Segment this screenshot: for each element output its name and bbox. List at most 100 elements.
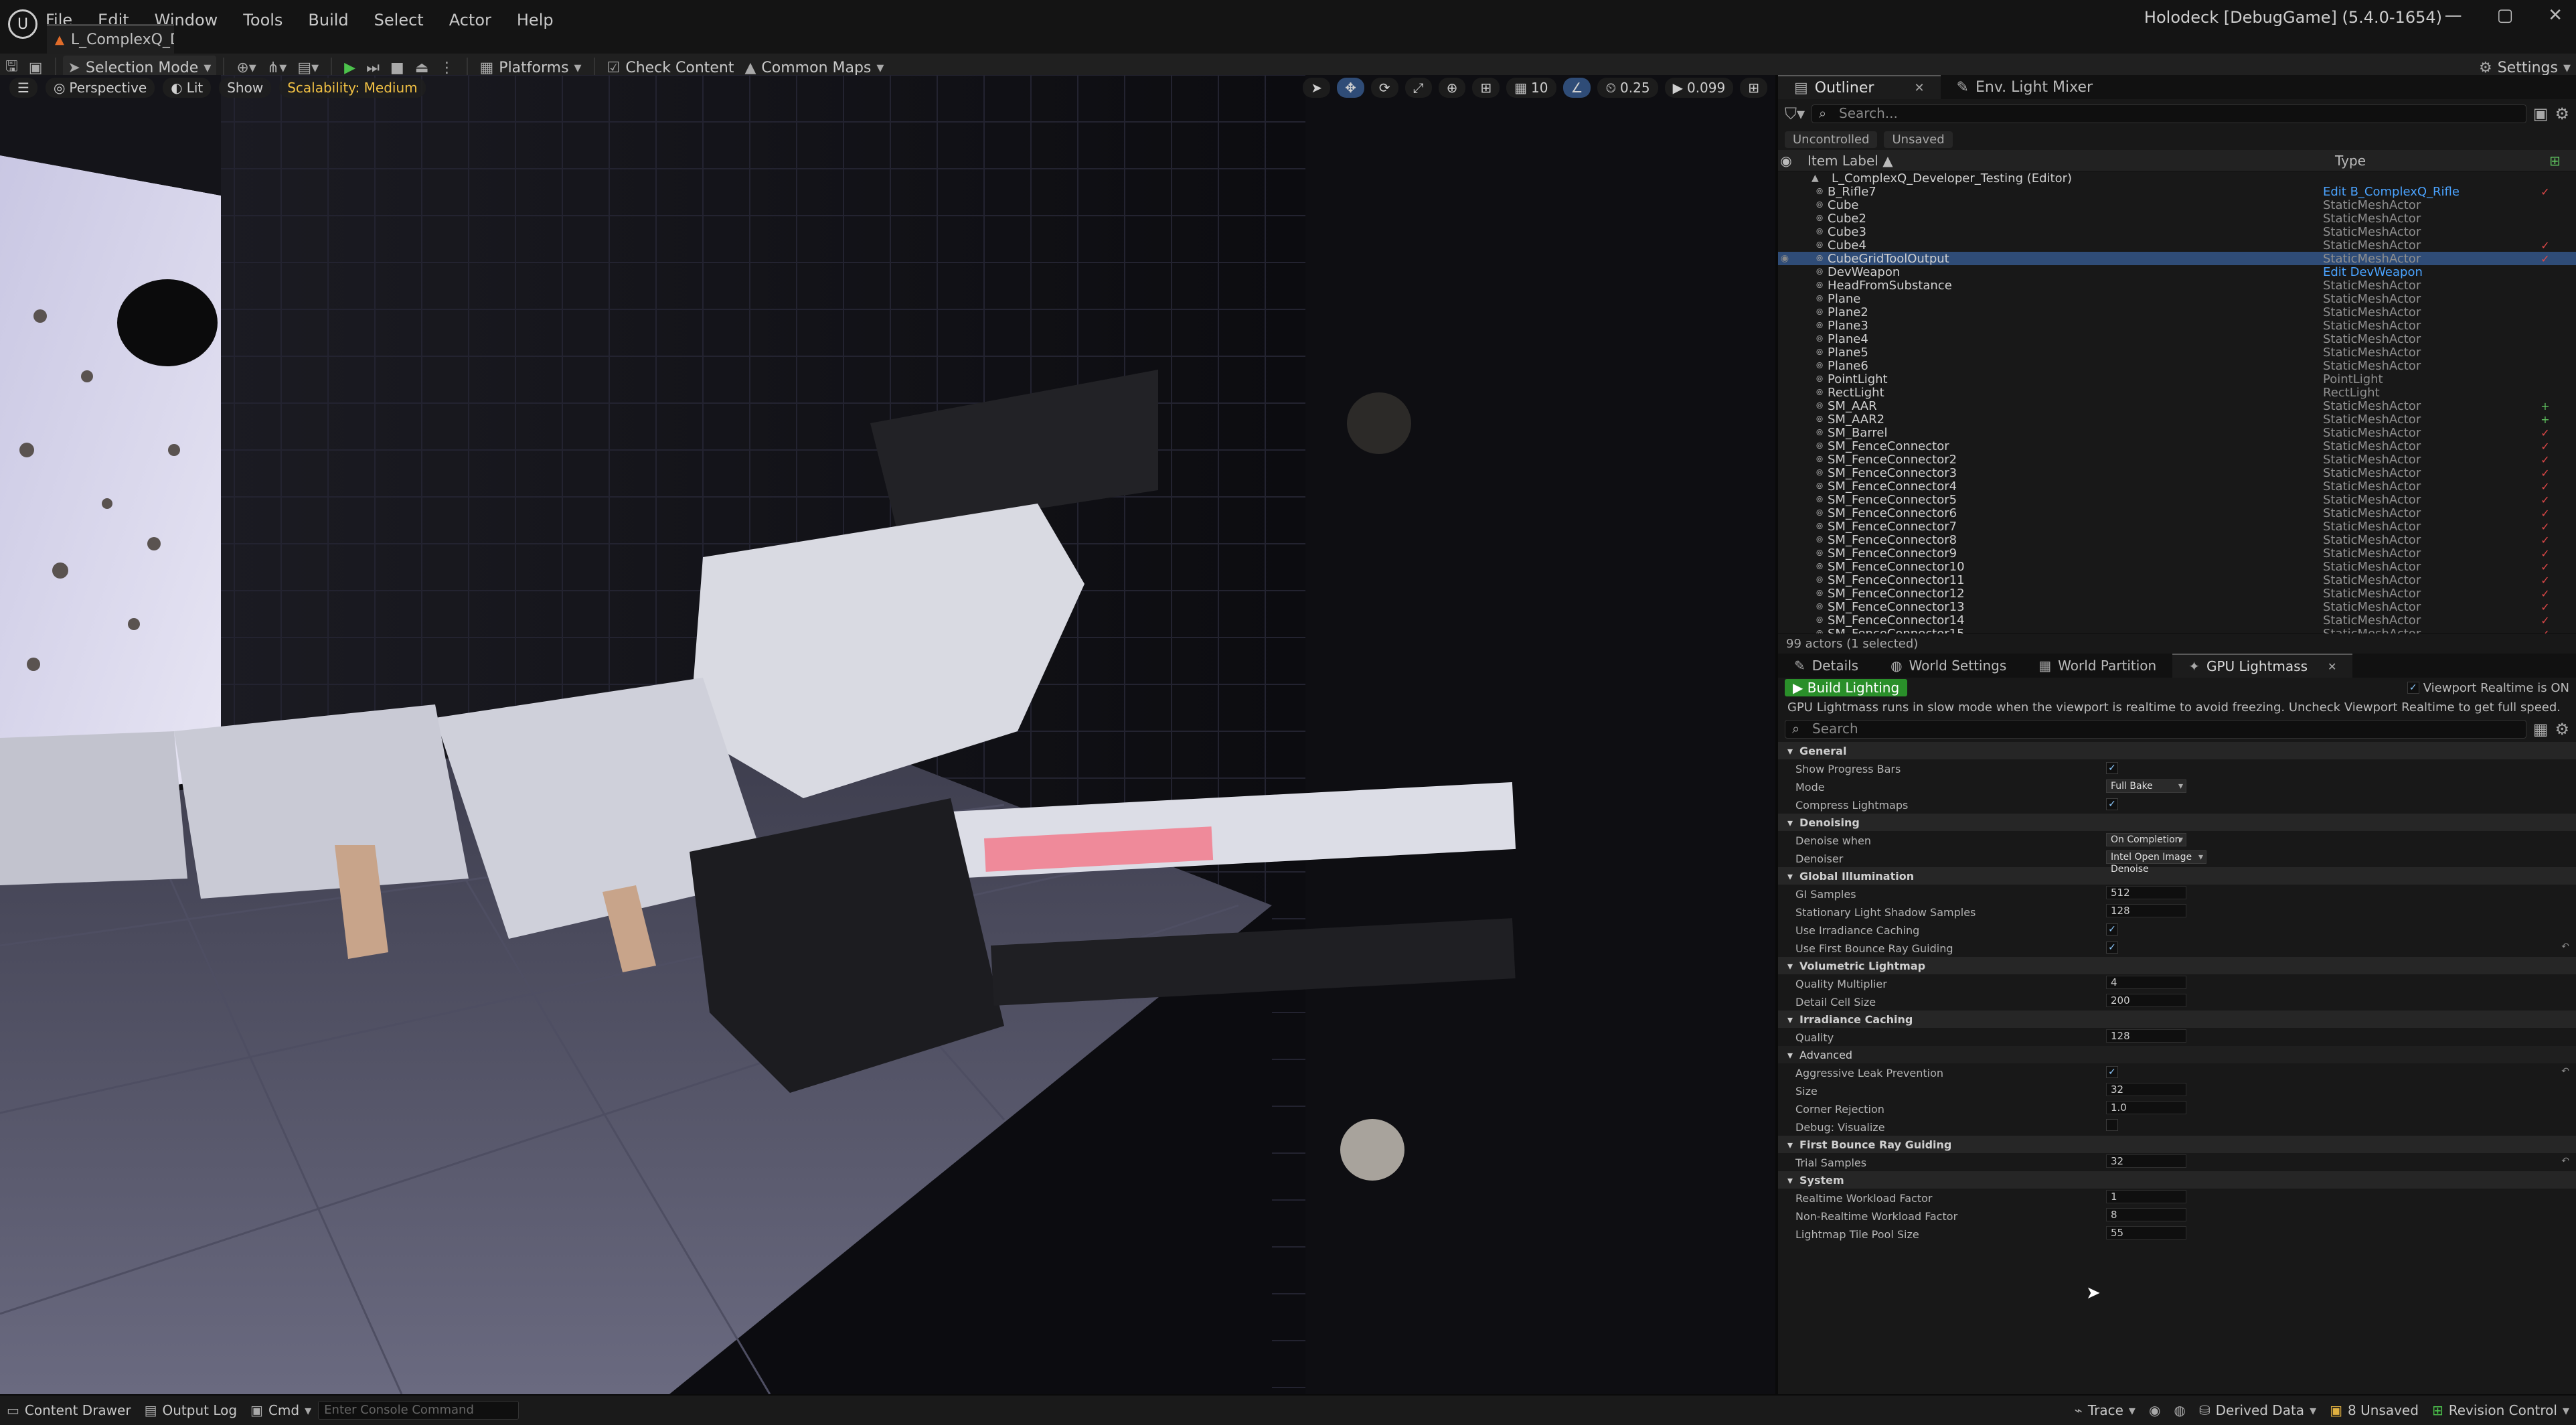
level-viewport[interactable]: ☰ ◎ Perspective ◐ Lit Show Scalability: Me… (0, 75, 1775, 1394)
menu-actor[interactable]: Actor (449, 11, 491, 29)
outliner-row[interactable]: ⊚ Plane StaticMeshActor (1778, 292, 2576, 306)
outliner-row[interactable]: ⊚ SM_FenceConnector3 StaticMeshActor ✓ (1778, 466, 2576, 480)
camera-speed-button[interactable]: ⏲ 0.25 (1597, 78, 1658, 98)
revision-control-button[interactable]: ⊞ Revision Control ▾ (2425, 1397, 2576, 1424)
property-dropdown[interactable]: On Completion (2106, 833, 2186, 846)
close-tab-icon[interactable]: ✕ (2328, 660, 2336, 673)
viewport-realtime-checkbox[interactable]: ✓ (2407, 682, 2419, 694)
property-checkbox[interactable]: ✓ (2106, 923, 2118, 935)
details-category[interactable]: ▾ First Bounce Ray Guiding (1778, 1136, 2576, 1153)
outliner-row[interactable]: ⊚ SM_FenceConnector12 StaticMeshActor ✓ (1778, 587, 2576, 601)
tab-gpu-lightmass[interactable]: ✦ GPU Lightmass ✕ (2172, 654, 2353, 678)
grid-snap-button[interactable]: ▦ 10 (1506, 78, 1556, 98)
property-checkbox[interactable]: ✓ (2106, 798, 2118, 810)
property-number-input[interactable]: 32 (2106, 1154, 2186, 1168)
outliner-row[interactable]: ◉ ⊚ CubeGridToolOutput StaticMeshActor ✓ (1778, 252, 2576, 266)
rotate-tool-button[interactable]: ⟳ (1370, 78, 1398, 98)
outliner-row[interactable]: ⊚ SM_FenceConnector7 StaticMeshActor ✓ (1778, 520, 2576, 534)
lit-button[interactable]: ◐ Lit (163, 78, 212, 98)
property-number-input[interactable]: 512 (2106, 886, 2186, 899)
outliner-root-row[interactable]: ▲ L_ComplexQ_Developer_Testing (Editor) (1778, 171, 2576, 185)
property-number-input[interactable]: 55 (2106, 1226, 2186, 1240)
gear-icon[interactable]: ⚙ (2555, 104, 2569, 123)
outliner-row[interactable]: ⊚ Plane3 StaticMeshActor (1778, 319, 2576, 333)
property-checkbox[interactable]: ✓ (2106, 1066, 2118, 1078)
screenshot-button[interactable]: ◍ (2167, 1397, 2192, 1424)
perspective-button[interactable]: ◎ Perspective (45, 78, 155, 98)
outliner-row[interactable]: ⊚ SM_Barrel StaticMeshActor ✓ (1778, 426, 2576, 440)
menu-build[interactable]: Build (308, 11, 348, 29)
close-tab-icon[interactable]: ✕ (1914, 81, 1924, 95)
outliner-row[interactable]: ⊚ Plane6 StaticMeshActor (1778, 359, 2576, 373)
outliner-row[interactable]: ⊚ Cube4 StaticMeshActor ✓ (1778, 238, 2576, 252)
outliner-row[interactable]: ⊚ Plane2 StaticMeshActor (1778, 305, 2576, 319)
outliner-row[interactable]: ⊚ Cube StaticMeshActor (1778, 198, 2576, 212)
outliner-row[interactable]: ⊚ SM_FenceConnector4 StaticMeshActor ✓ (1778, 479, 2576, 494)
property-number-input[interactable]: 4 (2106, 976, 2186, 989)
move-tool-button[interactable]: ✥ (1337, 78, 1364, 98)
reset-arrow-icon[interactable]: ↶ (2561, 1156, 2569, 1167)
minimize-icon[interactable]: — (2445, 5, 2462, 25)
outliner-row[interactable]: ⊚ B_Rifle7 Edit B_ComplexQ_Rifle ✓ (1778, 185, 2576, 199)
outliner-row[interactable]: ⊚ SM_FenceConnector13 StaticMeshActor ✓ (1778, 600, 2576, 614)
property-number-input[interactable]: 200 (2106, 994, 2186, 1007)
outliner-row[interactable]: ⊚ SM_FenceConnector2 StaticMeshActor ✓ (1778, 453, 2576, 467)
type-column[interactable]: Type (2335, 153, 2549, 169)
details-category[interactable]: ▾ System (1778, 1171, 2576, 1189)
derived-data-button[interactable]: ⛁ Derived Data ▾ (2192, 1397, 2323, 1424)
unsaved-button[interactable]: ▣ 8 Unsaved (2323, 1397, 2425, 1424)
level-tab[interactable]: ▲ L_ComplexQ_Developer... (47, 24, 174, 54)
outliner-row[interactable]: ⊚ SM_FenceConnector5 StaticMeshActor ✓ (1778, 493, 2576, 507)
fov-button[interactable]: ▶ 0.099 (1664, 78, 1734, 98)
outliner-search-input[interactable]: ⌕ Search... (1812, 104, 2526, 123)
close-icon[interactable]: ✕ (2548, 5, 2563, 25)
maximize-icon[interactable]: ▢ (2497, 5, 2514, 25)
tab-details[interactable]: ✎ Details (1778, 654, 1874, 678)
menu-help[interactable]: Help (517, 11, 554, 29)
outliner-row[interactable]: ⊚ SM_AAR2 StaticMeshActor + (1778, 412, 2576, 427)
outliner-row-type[interactable]: Edit B_ComplexQ_Rifle (2323, 185, 2537, 199)
details-category[interactable]: ▾ Irradiance Caching (1778, 1010, 2576, 1028)
output-log-button[interactable]: ▤ Output Log (138, 1397, 244, 1424)
add-folder-icon[interactable]: ▣ (2533, 104, 2549, 123)
outliner-row[interactable]: ⊚ SM_FenceConnector15 StaticMeshActor ✓ (1778, 627, 2576, 634)
property-number-input[interactable]: 128 (2106, 904, 2186, 917)
outliner-row[interactable]: ⊚ DevWeapon Edit DevWeapon (1778, 265, 2576, 279)
outliner-row[interactable]: ⊚ SM_FenceConnector9 StaticMeshActor ✓ (1778, 546, 2576, 560)
menu-tools[interactable]: Tools (243, 11, 283, 29)
outliner-row[interactable]: ⊚ SM_FenceConnector11 StaticMeshActor ✓ (1778, 573, 2576, 587)
property-number-input[interactable]: 1.0 (2106, 1101, 2186, 1114)
scale-tool-button[interactable]: ⤢ (1404, 78, 1432, 98)
unreal-logo-icon[interactable]: U (8, 9, 37, 39)
outliner-row[interactable]: ⊚ Cube3 StaticMeshActor (1778, 225, 2576, 239)
property-dropdown[interactable]: Intel Open Image Denoise (2106, 850, 2206, 875)
layout-button[interactable]: ⊞ (1740, 78, 1767, 98)
outliner-row[interactable]: ⊚ SM_FenceConnector14 StaticMeshActor ✓ (1778, 613, 2576, 627)
eye-icon[interactable]: ◉ (1778, 253, 1791, 264)
content-drawer-button[interactable]: ▭ Content Drawer (0, 1397, 138, 1424)
details-category[interactable]: ▾ Advanced (1778, 1046, 2576, 1063)
rotation-snap-button[interactable]: ∠ (1562, 78, 1591, 98)
table-view-icon[interactable]: ▦ (2533, 720, 2549, 739)
property-number-input[interactable]: 8 (2106, 1208, 2186, 1221)
details-search-input[interactable]: ⌕ Search (1785, 720, 2526, 739)
item-label-column[interactable]: Item Label ▲ (1794, 153, 2335, 169)
viewport-options-button[interactable]: ☰ (9, 78, 37, 98)
filter-icon[interactable]: ⛉▾ (1785, 104, 1805, 123)
scalability-button[interactable]: Scalability: Medium (279, 78, 426, 98)
outliner-row[interactable]: ⊚ Plane5 StaticMeshActor (1778, 346, 2576, 360)
viewport-scene[interactable] (0, 75, 1775, 1394)
trace-dropdown[interactable]: ⌁ Trace ▾ (2068, 1397, 2142, 1424)
property-number-input[interactable]: 128 (2106, 1029, 2186, 1043)
details-category[interactable]: ▾ Denoising (1778, 814, 2576, 831)
console-input[interactable]: Enter Console Command (318, 1401, 519, 1420)
outliner-row[interactable]: ⊚ SM_AAR StaticMeshActor + (1778, 399, 2576, 413)
outliner-row[interactable]: ⊚ HeadFromSubstance StaticMeshActor (1778, 279, 2576, 293)
outliner-row[interactable]: ⊚ SM_FenceConnector6 StaticMeshActor ✓ (1778, 506, 2576, 520)
chip-unsaved[interactable]: Unsaved (1884, 131, 1953, 148)
outliner-row[interactable]: ⊚ Cube2 StaticMeshActor (1778, 212, 2576, 226)
property-dropdown[interactable]: Full Bake (2106, 779, 2186, 793)
reset-arrow-icon[interactable]: ↶ (2561, 1066, 2569, 1077)
viewport-realtime-toggle[interactable]: ✓ Viewport Realtime is ON (2407, 681, 2569, 695)
outliner-row[interactable]: ⊚ SM_FenceConnector StaticMeshActor ✓ (1778, 439, 2576, 453)
